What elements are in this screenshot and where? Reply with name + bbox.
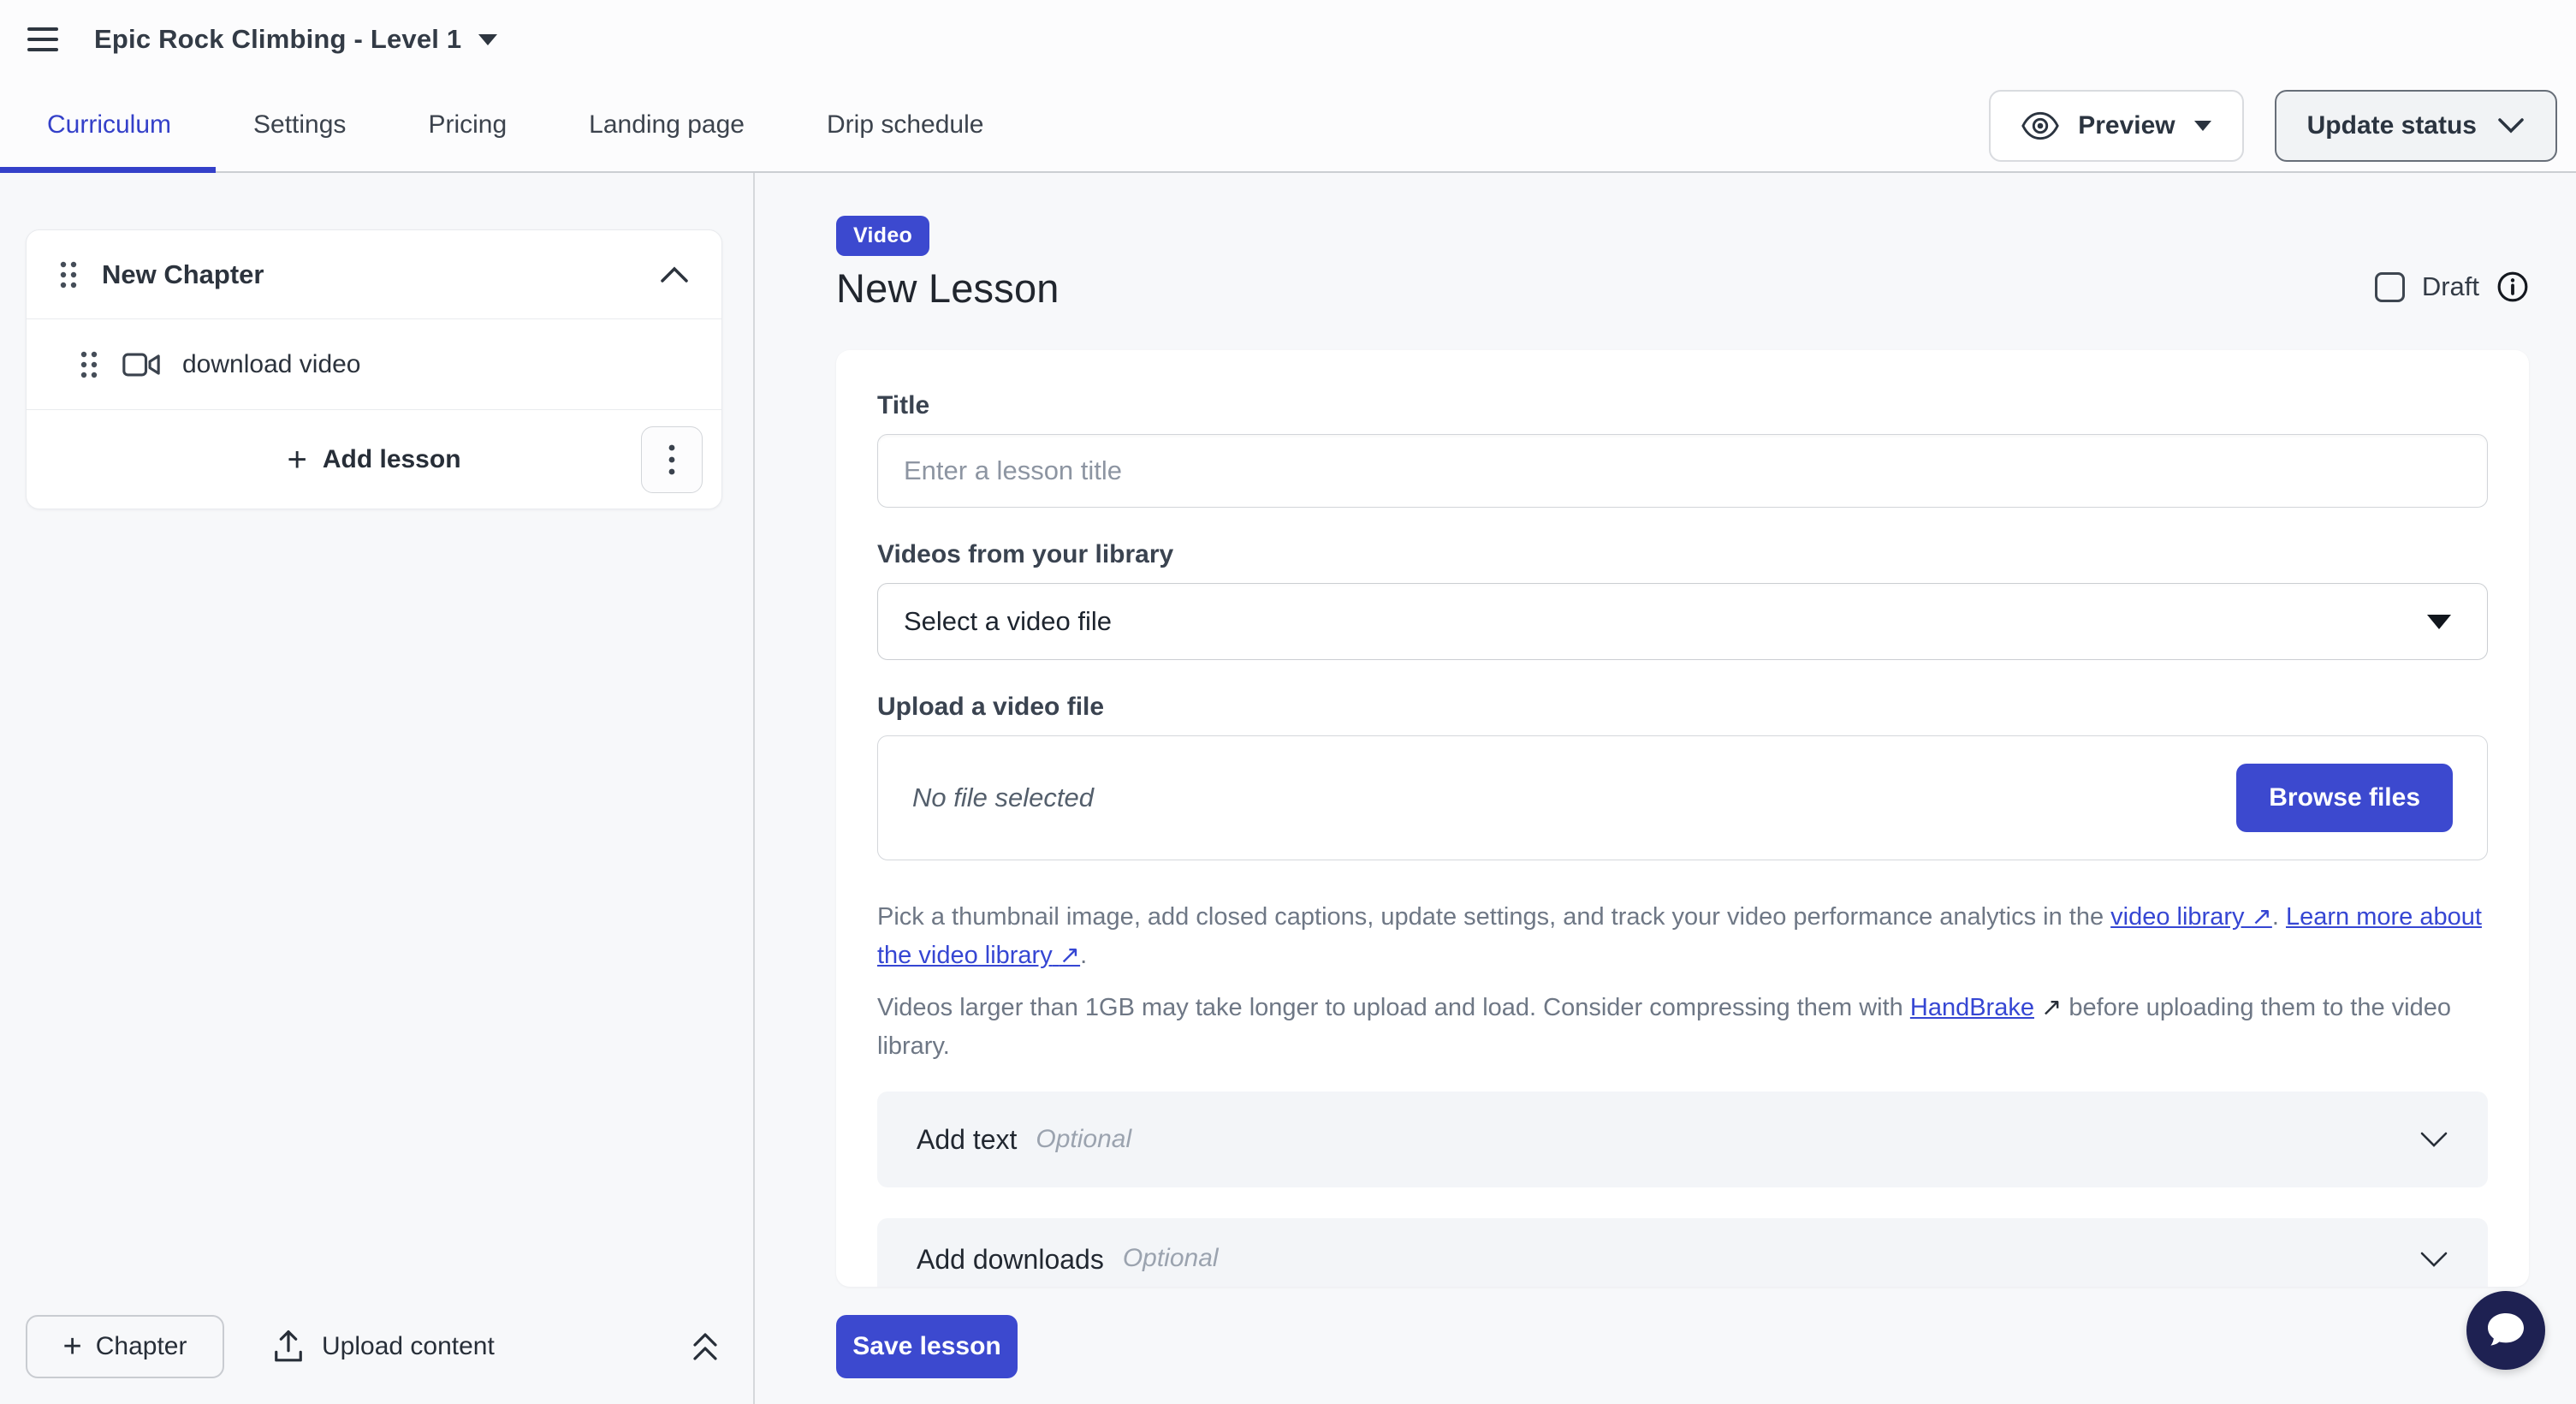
select-caret-icon (2427, 615, 2451, 629)
tab-label: Settings (253, 110, 346, 140)
add-text-section[interactable]: Add text Optional (877, 1092, 2488, 1187)
add-chapter-button[interactable]: + Chapter (26, 1315, 224, 1378)
chat-bubble-icon (2484, 1310, 2528, 1351)
external-link-icon: ↗ (2252, 903, 2272, 931)
lesson-form-card: Title Videos from your library Select a … (836, 350, 2529, 1287)
video-library-link[interactable]: video library ↗ (2110, 903, 2272, 931)
add-lesson-label: Add lesson (323, 445, 461, 474)
help-text: Videos larger than 1GB may take longer t… (877, 994, 1910, 1021)
draft-label: Draft (2422, 271, 2479, 302)
chapter-title: New Chapter (102, 259, 264, 290)
header-actions: Preview Update status (1989, 90, 2557, 162)
preview-button[interactable]: Preview (1989, 90, 2243, 162)
drag-handle-icon[interactable] (59, 259, 78, 290)
file-upload-box: No file selected Browse files (877, 735, 2488, 860)
chapter-menu-button[interactable] (641, 426, 703, 493)
draft-toggle-group: Draft (2375, 271, 2529, 303)
kebab-menu-icon (668, 443, 675, 476)
lesson-editor: Video New Lesson Draft Title (755, 173, 2576, 1404)
collapse-all-button[interactable] (688, 1328, 722, 1365)
upload-label: Upload a video file (877, 693, 2488, 722)
help-text: Pick a thumbnail image, add closed capti… (877, 903, 2110, 931)
top-bar: Epic Rock Climbing - Level 1 (0, 0, 2576, 79)
chat-button[interactable] (2466, 1291, 2545, 1370)
external-link-icon: ↗ (1059, 942, 1080, 969)
optional-label: Optional (1036, 1125, 1131, 1154)
tab-landing-page[interactable]: Landing page (589, 79, 745, 171)
draft-checkbox[interactable] (2375, 272, 2405, 302)
add-downloads-label: Add downloads (917, 1244, 1104, 1276)
optional-label: Optional (1123, 1244, 1219, 1273)
upload-icon (272, 1329, 305, 1365)
plus-icon: + (287, 443, 306, 477)
tab-label: Drip schedule (827, 110, 983, 140)
lesson-heading-group: Video New Lesson (836, 216, 1059, 312)
tab-bar: Curriculum Settings Pricing Landing page… (0, 79, 2576, 173)
library-label: Videos from your library (877, 540, 2488, 569)
add-lesson-button[interactable]: + Add lesson (287, 443, 460, 477)
menu-icon[interactable] (27, 27, 58, 51)
course-title: Epic Rock Climbing - Level 1 (94, 24, 461, 55)
add-downloads-section[interactable]: Add downloads Optional (877, 1218, 2488, 1287)
save-lesson-button[interactable]: Save lesson (836, 1315, 1018, 1378)
upload-content-button[interactable]: Upload content (272, 1329, 495, 1365)
library-field-group: Videos from your library Select a video … (877, 540, 2488, 660)
curriculum-sidebar: New Chapter download v (0, 173, 755, 1404)
tab-curriculum[interactable]: Curriculum (47, 79, 171, 171)
chevron-down-icon (478, 34, 497, 45)
title-label: Title (877, 391, 2488, 420)
plus-icon: + (63, 1330, 82, 1363)
lesson-item[interactable]: download video (27, 319, 721, 410)
drag-handle-icon[interactable] (80, 349, 98, 380)
double-chevron-up-icon (688, 1328, 722, 1365)
compression-help-text: Videos larger than 1GB may take longer t… (877, 989, 2488, 1066)
help-text: . (1080, 942, 1087, 969)
tab-settings[interactable]: Settings (253, 79, 346, 171)
chevron-down-icon (2497, 117, 2525, 134)
lesson-title-input[interactable] (877, 434, 2488, 508)
info-icon[interactable] (2496, 271, 2529, 303)
title-field-group: Title (877, 391, 2488, 508)
video-library-select[interactable]: Select a video file (877, 583, 2488, 660)
chevron-down-icon (2419, 1131, 2448, 1148)
add-text-label: Add text (917, 1124, 1017, 1156)
lesson-type-badge: Video (836, 216, 929, 256)
tab-label: Curriculum (47, 110, 171, 140)
course-builder-app: Epic Rock Climbing - Level 1 Curriculum … (0, 0, 2576, 1404)
sidebar-footer: + Chapter Upload content (26, 1315, 722, 1378)
content-area: New Chapter download v (0, 173, 2576, 1404)
tab-label: Pricing (428, 110, 507, 140)
lesson-header: Video New Lesson Draft (836, 216, 2529, 312)
tab-pricing[interactable]: Pricing (428, 79, 507, 171)
chapter-card: New Chapter download v (26, 229, 722, 509)
tab-label: Landing page (589, 110, 745, 140)
external-link-icon: ↗ (2041, 994, 2062, 1021)
chevron-down-icon (2419, 1251, 2448, 1268)
browse-files-button[interactable]: Browse files (2236, 764, 2453, 832)
update-status-label: Update status (2307, 111, 2477, 140)
video-help-text: Pick a thumbnail image, add closed capti… (877, 898, 2488, 975)
no-file-text: No file selected (912, 782, 1094, 813)
course-switcher[interactable]: Epic Rock Climbing - Level 1 (94, 24, 497, 55)
upload-field-group: Upload a video file No file selected Bro… (877, 693, 2488, 860)
tab-drip-schedule[interactable]: Drip schedule (827, 79, 983, 171)
help-text: . (2272, 903, 2286, 931)
link-label: video library (2110, 903, 2244, 931)
eye-icon (2021, 111, 2059, 140)
upload-content-label: Upload content (322, 1332, 495, 1361)
chapter-header[interactable]: New Chapter (27, 230, 721, 319)
link-label: HandBrake (1910, 994, 2034, 1021)
select-value: Select a video file (904, 606, 1112, 637)
update-status-button[interactable]: Update status (2275, 90, 2557, 162)
chevron-up-icon[interactable] (660, 266, 689, 283)
add-chapter-label: Chapter (96, 1332, 187, 1361)
preview-label: Preview (2078, 111, 2175, 140)
add-lesson-row: + Add lesson (27, 410, 721, 509)
handbrake-link[interactable]: HandBrake (1910, 994, 2034, 1021)
video-camera-icon (122, 352, 160, 378)
lesson-title: download video (182, 350, 361, 379)
chevron-down-icon (2194, 121, 2211, 131)
page-title: New Lesson (836, 265, 1059, 312)
